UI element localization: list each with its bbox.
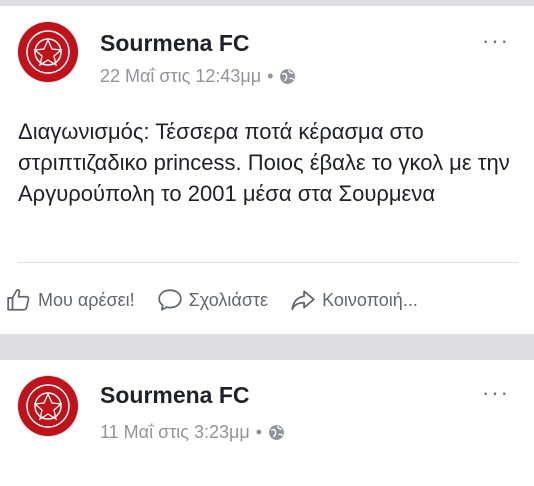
comment-label: Σχολιάστε: [188, 289, 269, 310]
page-avatar[interactable]: [18, 22, 78, 82]
post-actions-bar: Μου αρέσει! Σχολιάστε Κοινοποιή...: [0, 280, 534, 320]
page-avatar[interactable]: [18, 376, 78, 436]
author-name[interactable]: Sourmena FC: [100, 30, 250, 57]
post-card: Sourmena FC 11 Μαΐ στις 3:23μμ • ···: [0, 360, 534, 486]
club-crest-icon: [21, 379, 75, 433]
like-label: Μου αρέσει!: [38, 289, 135, 310]
globe-icon: [280, 69, 296, 84]
globe-icon: [269, 425, 285, 440]
meta-separator: •: [267, 66, 274, 86]
actions-divider: [18, 262, 518, 263]
post-timestamp[interactable]: 11 Μαΐ στις 3:23μμ: [100, 422, 250, 443]
share-label: Κοινοποιή...: [322, 289, 418, 310]
comment-button[interactable]: Σχολιάστε: [157, 287, 268, 313]
share-button[interactable]: Κοινοποιή...: [290, 287, 418, 313]
post-meta: 11 Μαΐ στις 3:23μμ •: [100, 422, 285, 443]
club-crest-icon: [21, 25, 75, 79]
comment-bubble-icon: [157, 289, 182, 311]
more-options-button[interactable]: ···: [482, 380, 510, 406]
like-button[interactable]: Μου αρέσει!: [6, 287, 135, 313]
post-text: Διαγωνισμός: Τέσσερα ποτά κέρασμα στο στ…: [18, 119, 510, 206]
share-arrow-icon: [291, 290, 315, 311]
thumbs-up-icon: [7, 289, 30, 311]
more-options-button[interactable]: ···: [482, 28, 510, 54]
post-timestamp[interactable]: 22 Μαΐ στις 12:43μμ: [100, 66, 261, 87]
post-card: Sourmena FC 22 Μαΐ στις 12:43μμ • ··· Δι…: [0, 6, 534, 334]
meta-separator: •: [255, 422, 263, 442]
author-name[interactable]: Sourmena FC: [100, 382, 250, 409]
post-meta: 22 Μαΐ στις 12:43μμ •: [100, 66, 296, 87]
